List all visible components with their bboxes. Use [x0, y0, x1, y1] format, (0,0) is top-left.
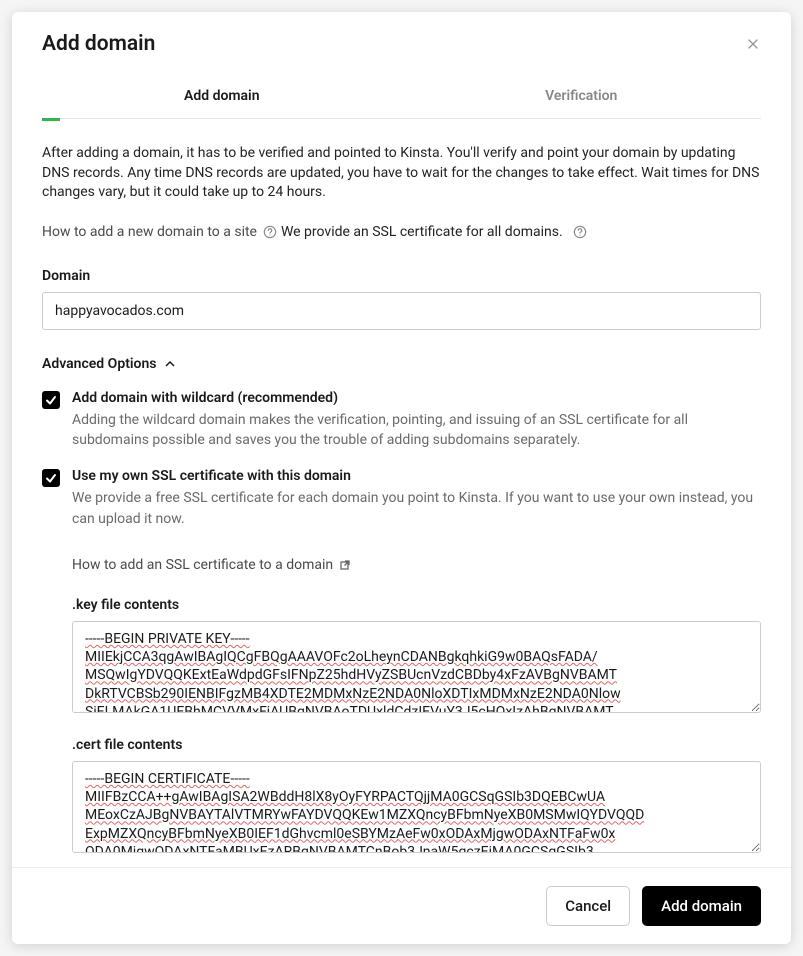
- modal-footer: Cancel Add domain: [12, 867, 791, 944]
- ssl-intro: We provide an SSL certificate for all do…: [281, 224, 587, 240]
- help-icon: [263, 225, 277, 239]
- help-link-add-domain[interactable]: How to add a new domain to a site: [42, 224, 277, 240]
- tab-verification[interactable]: Verification: [402, 74, 762, 118]
- own-ssl-checkbox[interactable]: [42, 469, 60, 487]
- own-ssl-desc: We provide a free SSL certificate for ea…: [72, 488, 761, 529]
- key-file-label: .key file contents: [72, 597, 761, 613]
- advanced-options-toggle[interactable]: Advanced Options: [42, 356, 761, 372]
- add-domain-modal: Add domain Add domain Verification After…: [12, 12, 791, 944]
- domain-label: Domain: [42, 268, 761, 284]
- own-ssl-option: Use my own SSL certificate with this dom…: [42, 468, 761, 529]
- chevron-up-icon: [164, 358, 176, 370]
- key-file-textarea[interactable]: [72, 621, 761, 713]
- close-icon[interactable]: [745, 36, 761, 52]
- own-ssl-title: Use my own SSL certificate with this dom…: [72, 468, 761, 484]
- ssl-intro-text: We provide an SSL certificate for all do…: [281, 224, 563, 240]
- help-link-ssl[interactable]: How to add an SSL certificate to a domai…: [72, 557, 351, 573]
- progress-bar: [42, 118, 761, 121]
- cert-file-textarea[interactable]: [72, 761, 761, 853]
- wildcard-desc: Adding the wildcard domain makes the ver…: [72, 410, 761, 451]
- wildcard-title: Add domain with wildcard (recommended): [72, 390, 761, 406]
- ssl-help-text: How to add an SSL certificate to a domai…: [72, 557, 333, 573]
- own-ssl-content: Use my own SSL certificate with this dom…: [72, 468, 761, 529]
- add-domain-button[interactable]: Add domain: [642, 886, 761, 926]
- tabs: Add domain Verification: [42, 74, 761, 119]
- modal-header: Add domain: [12, 12, 791, 74]
- modal-title: Add domain: [42, 32, 155, 56]
- key-file-section: .key file contents: [72, 597, 761, 717]
- modal-body: After adding a domain, it has to be veri…: [12, 122, 791, 867]
- domain-input[interactable]: [42, 292, 761, 330]
- progress-fill: [42, 118, 60, 121]
- cancel-button[interactable]: Cancel: [546, 886, 630, 926]
- tab-add-domain[interactable]: Add domain: [42, 74, 402, 118]
- advanced-label: Advanced Options: [42, 356, 156, 372]
- wildcard-option: Add domain with wildcard (recommended) A…: [42, 390, 761, 451]
- help-link-text: How to add a new domain to a site: [42, 224, 257, 240]
- help-icon[interactable]: [573, 225, 587, 239]
- external-link-icon: [339, 559, 351, 571]
- intro-text: After adding a domain, it has to be veri…: [42, 144, 761, 203]
- wildcard-checkbox[interactable]: [42, 391, 60, 409]
- cert-file-section: .cert file contents: [72, 737, 761, 857]
- wildcard-content: Add domain with wildcard (recommended) A…: [72, 390, 761, 451]
- cert-file-label: .cert file contents: [72, 737, 761, 753]
